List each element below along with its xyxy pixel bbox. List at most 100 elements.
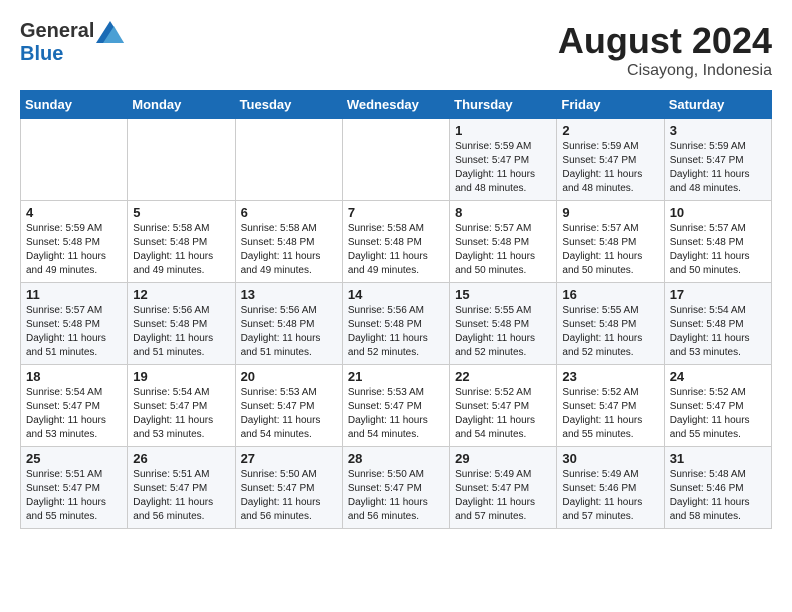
week-row-1: 1 Sunrise: 5:59 AM Sunset: 5:47 PM Daylig… [21,119,772,201]
day-info: Sunrise: 5:51 AM Sunset: 5:47 PM Dayligh… [133,468,229,524]
weekday-header-saturday: Saturday [664,91,771,119]
day-info: Sunrise: 5:54 AM Sunset: 5:47 PM Dayligh… [133,386,229,442]
day-info: Sunrise: 5:53 AM Sunset: 5:47 PM Dayligh… [348,386,444,442]
day-number: 17 [670,287,766,302]
week-row-5: 25 Sunrise: 5:51 AM Sunset: 5:47 PM Dayli… [21,447,772,529]
day-info: Sunrise: 5:55 AM Sunset: 5:48 PM Dayligh… [455,304,551,360]
day-number: 29 [455,451,551,466]
day-number: 28 [348,451,444,466]
day-number: 13 [241,287,337,302]
day-number: 4 [26,205,122,220]
calendar-cell: 9 Sunrise: 5:57 AM Sunset: 5:48 PM Daylig… [557,201,664,283]
day-number: 2 [562,123,658,138]
week-row-4: 18 Sunrise: 5:54 AM Sunset: 5:47 PM Dayli… [21,365,772,447]
calendar-cell: 31 Sunrise: 5:48 AM Sunset: 5:46 PM Dayli… [664,447,771,529]
calendar-cell [235,119,342,201]
day-info: Sunrise: 5:49 AM Sunset: 5:46 PM Dayligh… [562,468,658,524]
calendar-cell: 16 Sunrise: 5:55 AM Sunset: 5:48 PM Dayli… [557,283,664,365]
day-number: 22 [455,369,551,384]
calendar-cell: 27Sunrise: 5:50 AM Sunset: 5:47 PM Dayli… [235,447,342,529]
day-number: 27 [241,451,337,466]
calendar-cell: 10Sunrise: 5:57 AM Sunset: 5:48 PM Dayli… [664,201,771,283]
calendar-cell: 25 Sunrise: 5:51 AM Sunset: 5:47 PM Dayli… [21,447,128,529]
calendar-cell: 22 Sunrise: 5:52 AM Sunset: 5:47 PM Dayli… [450,365,557,447]
day-info: Sunrise: 5:59 AM Sunset: 5:47 PM Dayligh… [562,140,658,196]
day-info: Sunrise: 5:55 AM Sunset: 5:48 PM Dayligh… [562,304,658,360]
weekday-header-monday: Monday [128,91,235,119]
day-info: Sunrise: 5:56 AM Sunset: 5:48 PM Dayligh… [241,304,337,360]
day-number: 7 [348,205,444,220]
weekday-header-sunday: Sunday [21,91,128,119]
day-info: Sunrise: 5:52 AM Sunset: 5:47 PM Dayligh… [562,386,658,442]
day-number: 19 [133,369,229,384]
calendar-cell [342,119,449,201]
day-info: Sunrise: 5:58 AM Sunset: 5:48 PM Dayligh… [133,222,229,278]
day-number: 3 [670,123,766,138]
location-subtitle: Cisayong, Indonesia [558,62,772,80]
day-info: Sunrise: 5:52 AM Sunset: 5:47 PM Dayligh… [670,386,766,442]
day-number: 18 [26,369,122,384]
day-number: 26 [133,451,229,466]
day-info: Sunrise: 5:50 AM Sunset: 5:47 PM Dayligh… [348,468,444,524]
calendar-cell: 11Sunrise: 5:57 AM Sunset: 5:48 PM Dayli… [21,283,128,365]
title-area: August 2024 Cisayong, Indonesia [558,20,772,80]
week-row-2: 4Sunrise: 5:59 AM Sunset: 5:48 PM Daylig… [21,201,772,283]
day-number: 25 [26,451,122,466]
day-info: Sunrise: 5:48 AM Sunset: 5:46 PM Dayligh… [670,468,766,524]
day-number: 5 [133,205,229,220]
calendar-cell: 7 Sunrise: 5:58 AM Sunset: 5:48 PM Daylig… [342,201,449,283]
calendar-cell: 26 Sunrise: 5:51 AM Sunset: 5:47 PM Dayli… [128,447,235,529]
day-info: Sunrise: 5:56 AM Sunset: 5:48 PM Dayligh… [133,304,229,360]
day-info: Sunrise: 5:59 AM Sunset: 5:47 PM Dayligh… [670,140,766,196]
day-number: 24 [670,369,766,384]
calendar-cell: 12 Sunrise: 5:56 AM Sunset: 5:48 PM Dayli… [128,283,235,365]
day-number: 12 [133,287,229,302]
calendar-cell: 14Sunrise: 5:56 AM Sunset: 5:48 PM Dayli… [342,283,449,365]
calendar-cell: 28 Sunrise: 5:50 AM Sunset: 5:47 PM Dayli… [342,447,449,529]
day-info: Sunrise: 5:52 AM Sunset: 5:47 PM Dayligh… [455,386,551,442]
day-number: 14 [348,287,444,302]
calendar-cell: 6Sunrise: 5:58 AM Sunset: 5:48 PM Daylig… [235,201,342,283]
calendar-cell: 1 Sunrise: 5:59 AM Sunset: 5:47 PM Daylig… [450,119,557,201]
day-info: Sunrise: 5:49 AM Sunset: 5:47 PM Dayligh… [455,468,551,524]
logo-general-text: General [20,20,94,43]
calendar-cell: 18 Sunrise: 5:54 AM Sunset: 5:47 PM Dayli… [21,365,128,447]
calendar-cell: 29 Sunrise: 5:49 AM Sunset: 5:47 PM Dayli… [450,447,557,529]
day-number: 6 [241,205,337,220]
day-info: Sunrise: 5:57 AM Sunset: 5:48 PM Dayligh… [670,222,766,278]
logo: General Blue [20,20,124,66]
page-header: General Blue August 2024 Cisayong, Indon… [20,20,772,80]
calendar-cell: 23 Sunrise: 5:52 AM Sunset: 5:47 PM Dayli… [557,365,664,447]
calendar-cell: 8Sunrise: 5:57 AM Sunset: 5:48 PM Daylig… [450,201,557,283]
weekday-header-friday: Friday [557,91,664,119]
day-number: 1 [455,123,551,138]
calendar-cell: 19 Sunrise: 5:54 AM Sunset: 5:47 PM Dayli… [128,365,235,447]
calendar-cell: 15 Sunrise: 5:55 AM Sunset: 5:48 PM Dayli… [450,283,557,365]
day-info: Sunrise: 5:57 AM Sunset: 5:48 PM Dayligh… [562,222,658,278]
day-info: Sunrise: 5:54 AM Sunset: 5:47 PM Dayligh… [26,386,122,442]
day-number: 9 [562,205,658,220]
logo-icon [96,21,124,43]
calendar-cell: 5 Sunrise: 5:58 AM Sunset: 5:48 PM Daylig… [128,201,235,283]
day-number: 15 [455,287,551,302]
day-number: 16 [562,287,658,302]
logo-blue-text: Blue [20,43,63,65]
calendar-cell: 13 Sunrise: 5:56 AM Sunset: 5:48 PM Dayli… [235,283,342,365]
weekday-header-wednesday: Wednesday [342,91,449,119]
weekday-header-row: SundayMondayTuesdayWednesdayThursdayFrid… [21,91,772,119]
calendar-cell: 4Sunrise: 5:59 AM Sunset: 5:48 PM Daylig… [21,201,128,283]
day-number: 31 [670,451,766,466]
calendar-cell: 17Sunrise: 5:54 AM Sunset: 5:48 PM Dayli… [664,283,771,365]
calendar-cell: 20Sunrise: 5:53 AM Sunset: 5:47 PM Dayli… [235,365,342,447]
weekday-header-thursday: Thursday [450,91,557,119]
calendar-cell: 30Sunrise: 5:49 AM Sunset: 5:46 PM Dayli… [557,447,664,529]
day-info: Sunrise: 5:51 AM Sunset: 5:47 PM Dayligh… [26,468,122,524]
calendar-cell: 21Sunrise: 5:53 AM Sunset: 5:47 PM Dayli… [342,365,449,447]
day-info: Sunrise: 5:59 AM Sunset: 5:47 PM Dayligh… [455,140,551,196]
calendar-cell: 24 Sunrise: 5:52 AM Sunset: 5:47 PM Dayli… [664,365,771,447]
day-info: Sunrise: 5:58 AM Sunset: 5:48 PM Dayligh… [348,222,444,278]
day-number: 8 [455,205,551,220]
day-number: 23 [562,369,658,384]
month-year-title: August 2024 [558,20,772,62]
calendar-cell [128,119,235,201]
